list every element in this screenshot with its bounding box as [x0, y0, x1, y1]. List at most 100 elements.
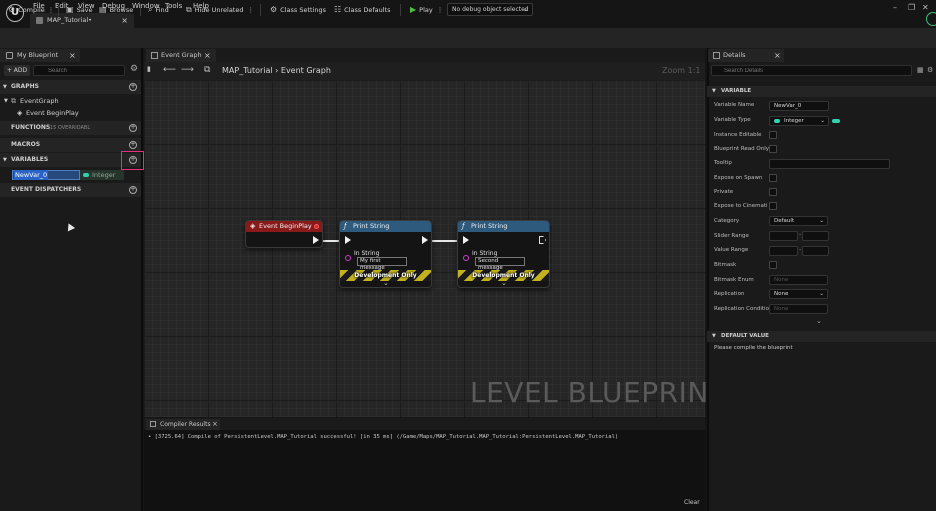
- slider-range-min[interactable]: [769, 231, 798, 241]
- chevron-down-icon[interactable]: ⌄: [501, 279, 507, 287]
- slider-range-max[interactable]: [802, 231, 829, 241]
- tree-item-eventgraph[interactable]: ▼ ⧉ EventGraph: [0, 95, 141, 107]
- functions-section-header[interactable]: FUNCTIONS (15 OVERRIDABL +: [0, 121, 141, 135]
- variable-section-header[interactable]: ▼ VARIABLE: [707, 86, 936, 97]
- expose-on-spawn-checkbox[interactable]: [769, 174, 777, 182]
- category-combo[interactable]: Default ⌄: [769, 216, 828, 226]
- blueprint-icon: [6, 52, 13, 59]
- window-close-icon[interactable]: ✕: [922, 3, 929, 12]
- my-blueprint-search-input[interactable]: [33, 65, 125, 76]
- variable-type-select[interactable]: Integer ⌄: [769, 116, 829, 126]
- compile-options-icon[interactable]: ⋮: [48, 6, 55, 14]
- save-icon: ▣: [66, 5, 74, 14]
- tooltip-field[interactable]: [769, 159, 890, 169]
- in-string-field[interactable]: My first message: [357, 257, 407, 271]
- tab-compiler-results[interactable]: Compiler Results ×: [146, 419, 220, 430]
- level-blueprint-watermark: LEVEL BLUEPRINT: [470, 376, 727, 409]
- graphs-section-header[interactable]: ▼ GRAPHS +: [0, 80, 141, 94]
- compile-button[interactable]: ⚙ Compile ⋮: [8, 0, 54, 20]
- expose-to-cinematics-checkbox[interactable]: [769, 202, 777, 210]
- property-matrix-icon[interactable]: ▦: [917, 66, 924, 74]
- add-graph-icon[interactable]: +: [129, 83, 137, 91]
- hide-unrelated-icon: ⧉: [186, 5, 192, 14]
- macros-section-header[interactable]: MACROS +: [0, 138, 141, 152]
- graph-icon: ⧉: [11, 97, 16, 105]
- node-print-string-1[interactable]: ƒ Print String In String My first messag…: [339, 220, 432, 288]
- source-control-status-icon[interactable]: [926, 12, 936, 26]
- graph-menu-icon[interactable]: ▮: [147, 65, 151, 73]
- string-pin[interactable]: [345, 255, 351, 261]
- exec-out-pin[interactable]: [422, 236, 428, 244]
- forward-arrow-icon[interactable]: ⟶: [181, 65, 194, 75]
- clear-button[interactable]: Clear: [684, 499, 700, 506]
- close-icon[interactable]: ×: [774, 49, 781, 62]
- blueprint-read-only-checkbox[interactable]: [769, 145, 777, 153]
- variable-name-field[interactable]: NewVar_0: [769, 101, 829, 111]
- variables-section-header[interactable]: ▼ VARIABLES +: [0, 153, 141, 167]
- event-dispatchers-section-header[interactable]: EVENT DISPATCHERS +: [0, 183, 141, 197]
- class-settings-button[interactable]: ⚙ Class Settings: [270, 0, 326, 20]
- container-type-icon[interactable]: [832, 119, 840, 123]
- class-defaults-button[interactable]: ☷ Class Defaults: [334, 0, 390, 20]
- find-button[interactable]: ⌕ Find: [148, 0, 169, 20]
- hide-unrelated-button[interactable]: ⧉ Hide Unrelated ⋮: [186, 0, 254, 20]
- tab-details[interactable]: Details ×: [708, 49, 784, 62]
- play-options-icon[interactable]: ⋮: [437, 6, 444, 14]
- exec-in-pin[interactable]: [345, 236, 351, 244]
- collapse-arrow-icon: ▼: [712, 333, 716, 339]
- compiler-icon: [150, 421, 156, 427]
- details-search-input[interactable]: [711, 65, 912, 76]
- compiler-log-line: • [3725.64] Compile of PersistentLevel.M…: [148, 434, 619, 440]
- instance-editable-checkbox[interactable]: [769, 131, 777, 139]
- string-pin[interactable]: [463, 255, 469, 261]
- variable-name-editing[interactable]: NewVar_0: [14, 170, 49, 180]
- tab-event-graph[interactable]: Event Graph ×: [146, 49, 216, 62]
- restore-icon[interactable]: ❐: [908, 3, 915, 12]
- breadcrumb[interactable]: MAP_Tutorial › Event Graph: [222, 66, 331, 75]
- compiler-results-log: [144, 430, 705, 511]
- graph-structure-icon: ⧉: [204, 65, 211, 75]
- bitmask-checkbox[interactable]: [769, 261, 777, 269]
- value-range-min[interactable]: [769, 246, 798, 256]
- add-button[interactable]: + ADD: [4, 65, 30, 76]
- close-icon[interactable]: ×: [204, 49, 211, 62]
- default-value-section-header[interactable]: ▼ DEFAULT VALUE: [707, 331, 936, 342]
- exec-in-pin[interactable]: [463, 236, 469, 244]
- add-dispatcher-icon[interactable]: +: [129, 186, 137, 194]
- bitmask-enum-select[interactable]: None: [769, 275, 828, 285]
- node-event-beginplay[interactable]: ◈ Event BeginPlay: [245, 220, 323, 248]
- close-icon[interactable]: ×: [212, 419, 218, 430]
- function-icon: ƒ: [344, 222, 347, 230]
- event-icon: ◈: [17, 109, 23, 117]
- variable-type-pill[interactable]: Integer: [80, 170, 124, 180]
- minimize-icon[interactable]: –: [893, 3, 897, 12]
- back-arrow-icon[interactable]: ⟵: [163, 65, 176, 75]
- hide-unrelated-options-icon[interactable]: ⋮: [247, 6, 254, 14]
- replication-select[interactable]: None ⌄: [769, 289, 828, 299]
- close-icon[interactable]: ×: [69, 49, 76, 62]
- save-button[interactable]: ▣ Save: [66, 0, 93, 20]
- browse-button[interactable]: ▤ Browse: [99, 0, 133, 20]
- delegate-pin-icon[interactable]: [314, 224, 319, 229]
- tab-my-blueprint[interactable]: My Blueprint ×: [0, 49, 80, 62]
- exec-out-pin[interactable]: [313, 236, 319, 244]
- exec-out-pin-unconnected[interactable]: [539, 236, 546, 244]
- gear-icon[interactable]: ⚙: [130, 64, 138, 74]
- play-button[interactable]: ▶ Play ⋮: [410, 0, 443, 20]
- debug-object-select[interactable]: No debug object selected ⌄: [447, 3, 533, 16]
- replication-condition-select[interactable]: None: [769, 304, 828, 314]
- node-header: ƒ Print String: [340, 221, 431, 232]
- private-checkbox[interactable]: [769, 188, 777, 196]
- expand-arrow-icon: ▼: [4, 98, 8, 104]
- tree-item-event-beginplay[interactable]: ◈ Event BeginPlay: [0, 107, 141, 119]
- add-function-icon[interactable]: +: [129, 124, 137, 132]
- toolbar-separator: [58, 4, 59, 16]
- chevron-down-icon[interactable]: ⌄: [383, 279, 389, 287]
- add-macro-icon[interactable]: +: [129, 141, 137, 149]
- chevron-down-icon[interactable]: ⌄: [816, 317, 822, 325]
- in-string-field[interactable]: Second message: [475, 257, 525, 271]
- gear-icon[interactable]: ⚙: [927, 66, 933, 74]
- node-print-string-2[interactable]: ƒ Print String In String Second message …: [457, 220, 550, 288]
- ue-editor-window: U File Edit View Debug Window Tools Help…: [0, 0, 936, 511]
- value-range-max[interactable]: [802, 246, 829, 256]
